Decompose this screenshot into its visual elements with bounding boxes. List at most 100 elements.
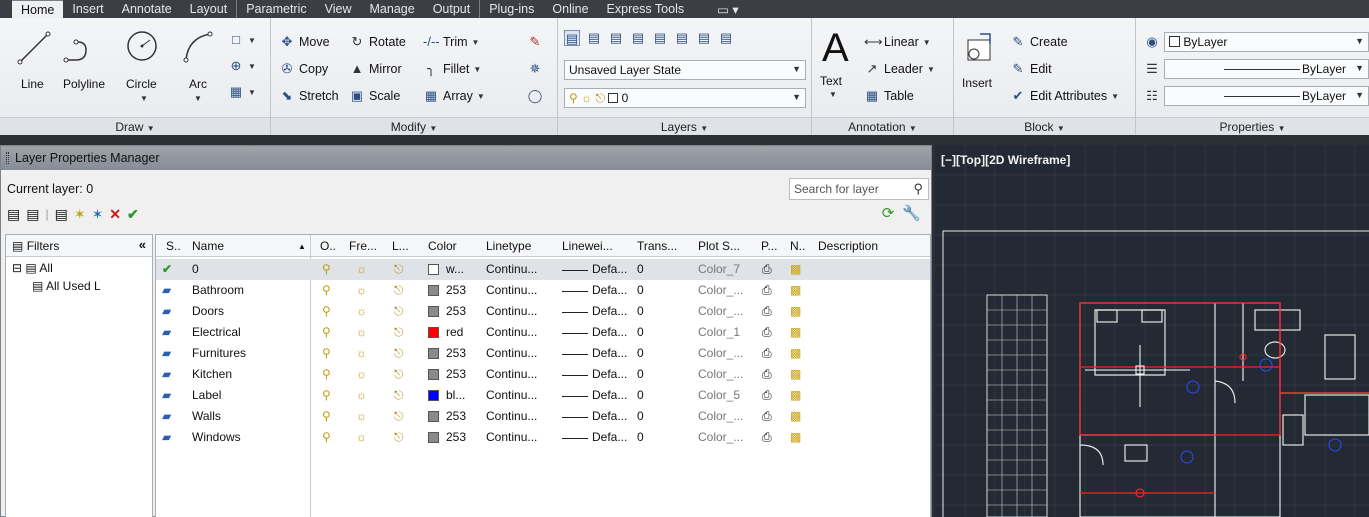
layer-color-swatch[interactable]	[428, 327, 439, 338]
polyline-button[interactable]: Polyline	[63, 77, 105, 91]
layer-color-swatch[interactable]	[428, 285, 439, 296]
linear-dimension-button[interactable]: ⟷ Linear ▼	[864, 34, 931, 50]
layer-isolate-icon[interactable]: ▤	[630, 30, 646, 46]
layer-color-swatch[interactable]	[428, 432, 439, 443]
col-transparency[interactable]: Trans...	[637, 239, 677, 253]
rotate-button[interactable]: ↻ Rotate	[349, 34, 406, 50]
layer-transparency[interactable]: 0	[637, 325, 644, 339]
layer-transparency[interactable]: 0	[637, 262, 644, 276]
text-button[interactable]: Text	[820, 74, 842, 88]
new-group-filter-icon[interactable]: ▤	[26, 206, 39, 223]
col-linetype[interactable]: Linetype	[486, 239, 531, 253]
layer-linetype[interactable]: Continu...	[486, 367, 537, 381]
col-lock[interactable]: L...	[392, 239, 409, 253]
col-new-vp-freeze[interactable]: N..	[790, 239, 805, 253]
layer-color-swatch[interactable]	[428, 390, 439, 401]
layer-thaw-sun-icon[interactable]: ☼	[356, 409, 367, 423]
layer-color-name[interactable]: 253	[446, 346, 466, 360]
layer-linetype[interactable]: Continu...	[486, 430, 537, 444]
layer-color-name[interactable]: 253	[446, 409, 466, 423]
col-plot-style[interactable]: Plot S...	[698, 239, 740, 253]
layer-linetype[interactable]: Continu...	[486, 409, 537, 423]
layer-unlock-icon[interactable]: ⎋	[394, 367, 404, 382]
tab-view[interactable]: View	[316, 0, 361, 18]
layer-transparency[interactable]: 0	[637, 430, 644, 444]
layer-color-name[interactable]: 253	[446, 367, 466, 381]
printer-icon[interactable]: ⎙	[762, 346, 772, 361]
layer-linetype[interactable]: Continu...	[486, 325, 537, 339]
tree-node-all-used[interactable]: ▤ All Used L	[32, 279, 101, 293]
col-on[interactable]: O..	[320, 239, 336, 253]
layer-name[interactable]: Windows	[192, 430, 241, 444]
layer-status-icon[interactable]: ▰	[162, 409, 171, 423]
layer-thaw-sun-icon[interactable]: ☼	[356, 283, 367, 297]
new-vp-freeze-icon[interactable]: ▩	[790, 262, 801, 276]
layer-transparency[interactable]: 0	[637, 304, 644, 318]
move-button[interactable]: ✥ Move	[279, 34, 330, 50]
draw-panel-title[interactable]: Draw ▼	[0, 117, 270, 135]
tab-online[interactable]: Online	[543, 0, 597, 18]
lineweight-dropdown[interactable]: ByLayer ▼	[1164, 59, 1369, 79]
printer-icon[interactable]: ⎙	[762, 430, 772, 445]
new-vp-freeze-icon[interactable]: ▩	[790, 325, 801, 339]
layer-transparency[interactable]: 0	[637, 283, 644, 297]
delete-layer-icon[interactable]: ✕	[109, 206, 121, 223]
layer-status-icon[interactable]: ▰	[162, 367, 171, 381]
layer-on-bulb-icon[interactable]: ⚲	[322, 367, 331, 381]
layer-row[interactable]: ▰ Furnitures ⚲ ☼ ⎋ 253 Continu... Defa... 0 Color…	[156, 343, 930, 364]
new-vp-freeze-icon[interactable]: ▩	[790, 409, 801, 423]
layer-unlock-icon[interactable]: ⎋	[394, 304, 404, 319]
layer-row[interactable]: ▰ Label ⚲ ☼ ⎋ bl... Continu... Defa... 0 Color_5 ⎙…	[156, 385, 930, 406]
layer-linetype[interactable]: Continu...	[486, 283, 537, 297]
layer-status-icon[interactable]: ▰	[162, 325, 171, 339]
tab-plug-ins[interactable]: Plug-ins	[479, 0, 543, 18]
layer-on-bulb-icon[interactable]: ⚲	[322, 388, 331, 402]
layer-on-bulb-icon[interactable]: ⚲	[322, 283, 331, 297]
layer-on-bulb-icon[interactable]: ⚲	[322, 409, 331, 423]
layer-on-bulb-icon[interactable]: ⚲	[322, 304, 331, 318]
layer-lineweight[interactable]: Defa...	[592, 367, 627, 381]
layer-name[interactable]: Kitchen	[192, 367, 232, 381]
layer-unlock-icon[interactable]: ⎋	[394, 430, 404, 445]
layer-linetype[interactable]: Continu...	[486, 388, 537, 402]
layer-lineweight[interactable]: Defa...	[592, 325, 627, 339]
layer-thaw-sun-icon[interactable]: ☼	[356, 325, 367, 339]
printer-icon[interactable]: ⎙	[762, 367, 772, 382]
layer-freeze-icon[interactable]: ▤	[674, 30, 690, 46]
col-lineweight[interactable]: Linewei...	[562, 239, 613, 253]
workspace-switch-icon[interactable]: ▭ ▾	[693, 0, 748, 18]
layer-color-name[interactable]: 253	[446, 283, 466, 297]
new-vp-freeze-icon[interactable]: ▩	[790, 367, 801, 381]
layer-linetype[interactable]: Continu...	[486, 346, 537, 360]
layer-match-icon[interactable]: ▤	[586, 30, 602, 46]
layer-states-manager-icon[interactable]: ▤	[55, 206, 68, 223]
layer-lineweight[interactable]: Defa...	[592, 430, 627, 444]
layer-row[interactable]: ▰ Kitchen ⚲ ☼ ⎋ 253 Continu... Defa... 0 Color_..…	[156, 364, 930, 385]
tab-annotate[interactable]: Annotate	[113, 0, 181, 18]
col-freeze[interactable]: Fre...	[349, 239, 377, 253]
leader-button[interactable]: ↗ Leader ▼	[864, 61, 935, 77]
layer-row[interactable]: ▰ Bathroom ⚲ ☼ ⎋ 253 Continu... Defa... 0 Color_.…	[156, 280, 930, 301]
layer-lineweight[interactable]: Defa...	[592, 262, 627, 276]
drawing-viewport[interactable]: [−][Top][2D Wireframe]	[935, 145, 1369, 517]
layer-row[interactable]: ▰ Windows ⚲ ☼ ⎋ 253 Continu... Defa... 0 Color_..…	[156, 427, 930, 448]
fillet-button[interactable]: ╮ Fillet ▼	[423, 61, 481, 77]
layer-status-icon[interactable]: ▰	[162, 283, 171, 297]
layer-unlock-icon[interactable]: ⎋	[394, 346, 404, 361]
layer-unlock-icon[interactable]: ⎋	[394, 409, 404, 424]
layer-color-name[interactable]: w...	[446, 262, 464, 276]
layer-lock-icon[interactable]: ▤	[718, 30, 734, 46]
col-color[interactable]: Color	[428, 239, 457, 253]
trim-button[interactable]: -/-- Trim ▼	[423, 34, 479, 50]
layer-name[interactable]: 0	[192, 262, 199, 276]
edit-block-button[interactable]: ✎ Edit	[1010, 61, 1052, 77]
col-status[interactable]: S..	[166, 239, 181, 253]
layer-status-icon[interactable]: ▰	[162, 346, 171, 360]
layer-thaw-sun-icon[interactable]: ☼	[356, 262, 367, 276]
copy-button[interactable]: ✇ Copy	[279, 61, 329, 77]
layer-row[interactable]: ▰ Doors ⚲ ☼ ⎋ 253 Continu... Defa... 0 Color_... ⎙…	[156, 301, 930, 322]
new-property-filter-icon[interactable]: ▤	[7, 206, 20, 223]
printer-icon[interactable]: ⎙	[762, 304, 772, 319]
layer-unlock-icon[interactable]: ⎋	[394, 283, 404, 298]
printer-icon[interactable]: ⎙	[762, 388, 772, 403]
